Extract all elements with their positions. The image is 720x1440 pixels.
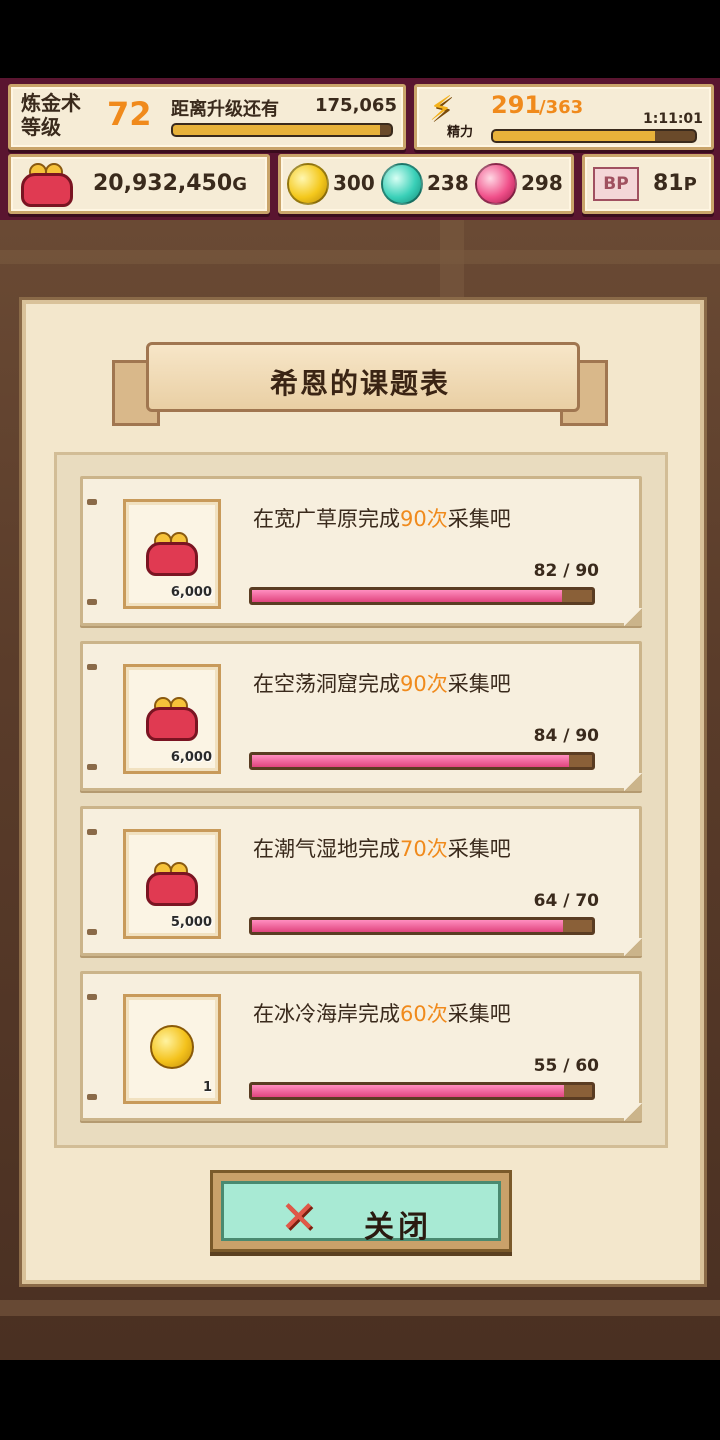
task-progress-fill <box>252 755 570 767</box>
task-count: 90次 <box>400 507 448 531</box>
task-description: 在宽广草原完成90次采集吧 <box>253 507 511 531</box>
purse-icon <box>146 532 198 576</box>
energy-label: 精力 <box>447 125 474 140</box>
task-description: 在空荡洞窟完成90次采集吧 <box>253 672 511 696</box>
task-description: 在潮气湿地完成70次采集吧 <box>253 837 511 861</box>
next-level-label: 距离升级还有 <box>171 99 279 120</box>
close-icon: ✕ <box>280 1192 317 1243</box>
task-progress-text: 82 / 90 <box>533 561 599 581</box>
reward-quantity: 6,000 <box>170 585 212 600</box>
task-progress-bar <box>249 752 595 770</box>
pink-orb-count: 298 <box>521 171 563 195</box>
level-panel: 炼金术 等级 72 距离升级还有 175,065 <box>8 84 406 150</box>
task-progress-fill <box>252 590 562 602</box>
cyan-orb-count: 238 <box>427 171 469 195</box>
reward-box: 6,000 <box>123 664 221 774</box>
level-label-line2: 等级 <box>21 115 61 139</box>
task-progress-fill <box>252 920 563 932</box>
close-button-label: 关闭 <box>364 1210 432 1245</box>
coin-icon <box>150 1025 194 1069</box>
pink-orb-icon <box>475 163 517 205</box>
task-progress-fill <box>252 1085 564 1097</box>
close-button[interactable]: ✕ 关闭 <box>210 1170 512 1252</box>
yellow-orb-icon <box>287 163 329 205</box>
bp-panel[interactable]: BP 81P <box>582 154 714 214</box>
task-progress-text: 84 / 90 <box>533 726 599 746</box>
energy-progress-bar <box>491 129 697 143</box>
dialog-title: 希恩的课题表 <box>269 367 450 400</box>
reward-box: 1 <box>123 994 221 1104</box>
task-description: 在冰冷海岸完成60次采集吧 <box>253 1002 511 1026</box>
reward-box: 6,000 <box>123 499 221 609</box>
task-count: 90次 <box>400 672 448 696</box>
level-progress-fill <box>173 125 381 135</box>
purse-icon <box>21 163 73 207</box>
cyan-orb-icon <box>381 163 423 205</box>
status-bar: 炼金术 等级 72 距离升级还有 175,065 ⚡ 精力 291 /363 1… <box>0 78 720 220</box>
bp-value: 81P <box>653 171 697 196</box>
task-card: 1 在冰冷海岸完成60次采集吧 55 / 60 <box>80 971 642 1121</box>
reward-quantity: 5,000 <box>170 915 212 930</box>
task-count: 60次 <box>400 1002 448 1026</box>
purse-icon <box>146 862 198 906</box>
level-value: 72 <box>107 95 152 133</box>
task-progress-bar <box>249 1082 595 1100</box>
next-level-value: 175,065 <box>315 95 397 116</box>
task-card: 5,000 在潮气湿地完成70次采集吧 64 / 70 <box>80 806 642 956</box>
gold-value: 20,932,450G <box>93 171 247 196</box>
reward-quantity: 6,000 <box>170 750 212 765</box>
title-ribbon: 希恩的课题表 <box>112 330 608 426</box>
gold-panel[interactable]: 20,932,450G <box>8 154 270 214</box>
bp-unit: P <box>683 174 697 195</box>
level-label-line1: 炼金术 <box>21 91 81 115</box>
reward-quantity: 1 <box>202 1080 212 1095</box>
task-progress-text: 64 / 70 <box>533 891 599 911</box>
reward-box: 5,000 <box>123 829 221 939</box>
level-progress-bar <box>171 123 393 137</box>
task-card: 6,000 在空荡洞窟完成90次采集吧 84 / 90 <box>80 641 642 791</box>
task-progress-text: 55 / 60 <box>533 1056 599 1076</box>
task-progress-bar <box>249 587 595 605</box>
energy-timer: 1:11:01 <box>643 111 703 127</box>
gold-unit: G <box>232 174 247 195</box>
task-progress-bar <box>249 917 595 935</box>
task-count: 70次 <box>400 837 448 861</box>
yellow-orb-count: 300 <box>333 171 375 195</box>
close-button-face[interactable]: ✕ 关闭 <box>221 1181 501 1245</box>
energy-max: /363 <box>539 97 584 118</box>
bp-icon: BP <box>593 167 639 201</box>
purse-icon <box>146 697 198 741</box>
orbs-panel[interactable]: 300 238 298 <box>278 154 574 214</box>
energy-panel: ⚡ 精力 291 /363 1:11:01 <box>414 84 714 150</box>
task-card: 6,000 在宽广草原完成90次采集吧 82 / 90 <box>80 476 642 626</box>
energy-progress-fill <box>493 131 655 141</box>
energy-current: 291 <box>491 91 542 119</box>
